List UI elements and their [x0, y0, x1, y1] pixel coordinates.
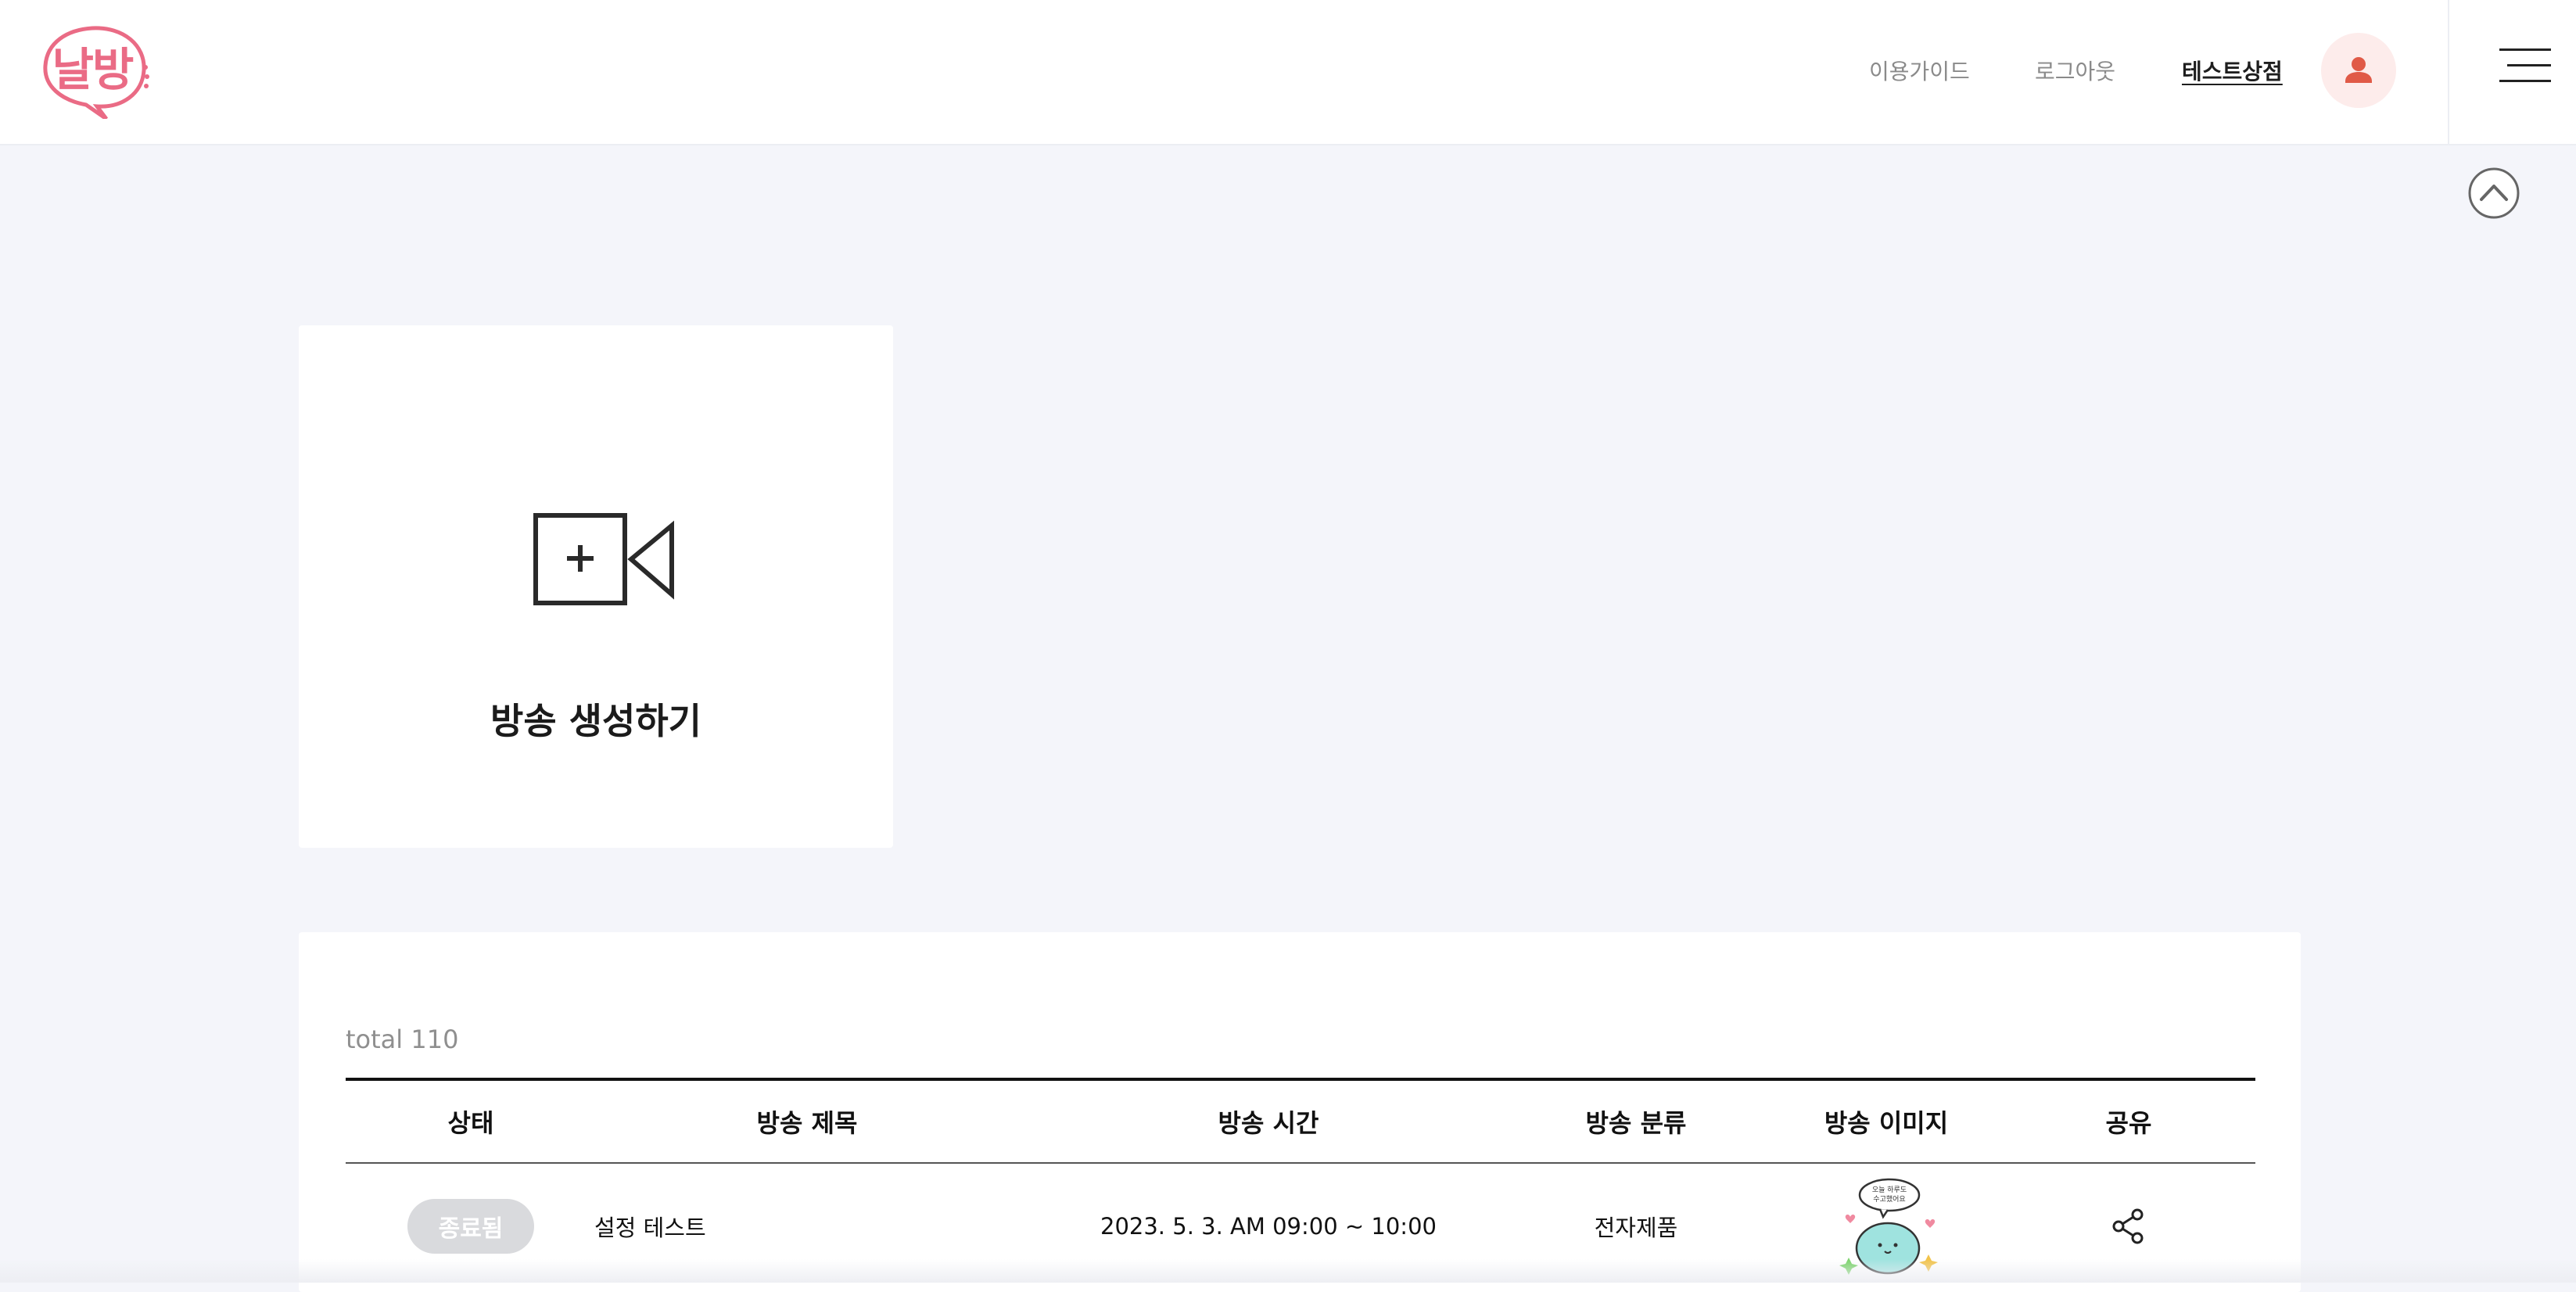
column-header-image: 방송 이미지 [1824, 1108, 1949, 1138]
status-badge: 종료됨 [407, 1199, 534, 1254]
total-count: total 110 [346, 1025, 459, 1054]
bottom-fade [0, 1259, 2576, 1283]
table-header: 상태 방송 제목 방송 시간 방송 분류 방송 이미지 공유 [346, 1078, 2255, 1164]
site-header: 날방 이용가이드 로그아웃 테스트상점 [0, 0, 2576, 145]
create-broadcast-label: 방송 생성하기 [490, 700, 701, 742]
nav-item-store[interactable]: 테스트상점 [2182, 47, 2283, 94]
share-icon[interactable] [2109, 1207, 2148, 1246]
hamburger-menu-button[interactable] [2499, 44, 2551, 88]
broadcast-table: 상태 방송 제목 방송 시간 방송 분류 방송 이미지 공유 종료됨 설정 테스… [346, 1078, 2255, 1289]
svg-text:수고했어요: 수고했어요 [1873, 1194, 1905, 1204]
column-header-status: 상태 [447, 1108, 494, 1138]
user-avatar-button[interactable] [2321, 33, 2396, 108]
brand-logo[interactable]: 날방 [38, 22, 155, 121]
thumbnail-caption: 오늘 하루도 [1872, 1186, 1907, 1194]
logo-text: 날방 [52, 43, 135, 96]
header-divider [2448, 0, 2449, 144]
column-header-title: 방송 제목 [756, 1108, 858, 1138]
video-camera-plus-icon [533, 513, 674, 605]
column-header-time: 방송 시간 [1218, 1108, 1319, 1138]
nav-item-guide[interactable]: 이용가이드 [1869, 47, 1970, 94]
person-icon [2345, 57, 2372, 83]
column-header-category: 방송 분류 [1585, 1108, 1687, 1138]
broadcast-list-panel: total 110 상태 방송 제목 방송 시간 방송 분류 방송 이미지 공유… [299, 932, 2301, 1292]
hamburger-icon [2499, 48, 2551, 82]
column-header-share: 공유 [2105, 1108, 2152, 1138]
nav-link-logout[interactable]: 로그아웃 [2035, 55, 2115, 86]
nav-link-guide[interactable]: 이용가이드 [1869, 55, 1970, 86]
nav-link-store[interactable]: 테스트상점 [2182, 55, 2283, 86]
nav-item-logout[interactable]: 로그아웃 [2035, 47, 2115, 94]
create-broadcast-card[interactable]: 방송 생성하기 [299, 325, 893, 848]
scroll-top-button[interactable] [2468, 167, 2520, 219]
chevron-up-circle-icon [2468, 167, 2520, 219]
